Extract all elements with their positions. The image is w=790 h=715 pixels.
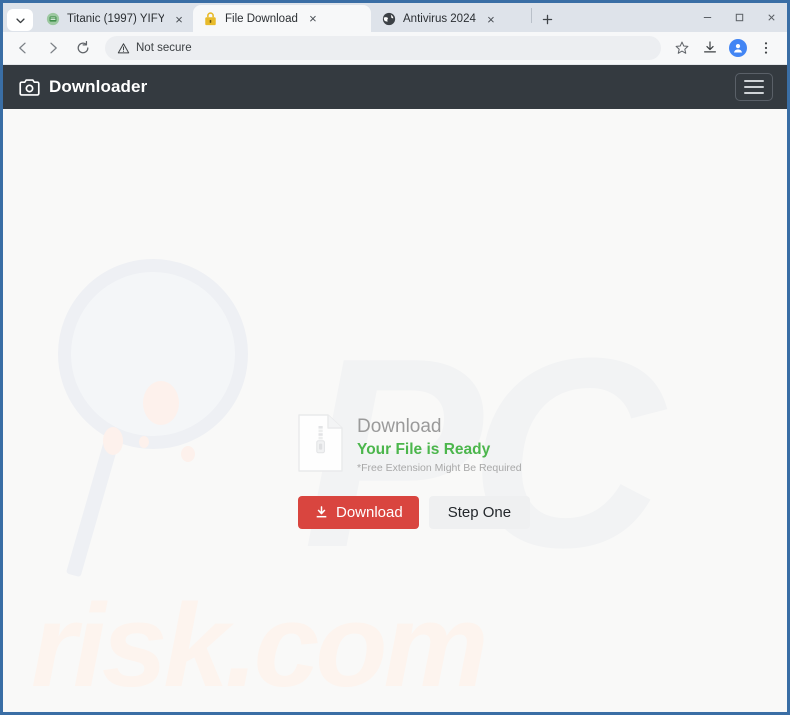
browser-menu-button[interactable] [753, 35, 779, 61]
arrow-left-icon [19, 42, 26, 54]
star-icon [675, 41, 689, 54]
new-tab-button[interactable] [534, 7, 560, 31]
tab-search-button[interactable] [7, 9, 33, 31]
magnifier-handle-watermark [65, 428, 122, 578]
tab-close-button[interactable]: × [171, 11, 187, 27]
magnifier-dot [139, 436, 149, 448]
tab-title: Titanic (1997) YIFY - Download [67, 13, 164, 25]
download-actions: Download Step One [298, 495, 558, 529]
site-brand-text: Downloader [49, 77, 148, 96]
extension-required-note: *Free Extension Might Be Required [357, 462, 522, 475]
site-header: Downloader [3, 65, 787, 109]
window-minimize-button[interactable] [691, 3, 723, 32]
tab-title: Antivirus 2024 [403, 13, 476, 25]
download-tray-icon [316, 505, 327, 518]
hamburger-line [744, 80, 764, 82]
tab-close-button[interactable]: × [483, 11, 499, 27]
downloads-button[interactable] [697, 35, 723, 61]
tab-strip: Titanic (1997) YIFY - Download × File Do… [3, 3, 787, 32]
maximize-icon [735, 13, 743, 22]
download-card-texts: Download Your File is Ready *Free Extens… [357, 414, 522, 476]
download-card: Download Your File is Ready *Free Extens… [298, 414, 558, 529]
arrow-right-icon [50, 42, 57, 54]
profile-button[interactable] [725, 35, 751, 61]
back-button[interactable] [9, 34, 37, 62]
bookmark-button[interactable] [669, 35, 695, 61]
browser-tab-titanic[interactable]: Titanic (1997) YIFY - Download × [35, 6, 193, 32]
page-content: Downloader PC risk.com Download Your Fil… [3, 65, 787, 711]
hamburger-menu-icon[interactable] [735, 73, 773, 101]
reload-icon [77, 40, 89, 54]
window-close-button[interactable] [755, 3, 787, 32]
background-watermarks: PC risk.com [3, 109, 787, 711]
tab-close-button[interactable]: × [305, 11, 321, 27]
yts-green-icon [45, 12, 60, 27]
step-one-button[interactable]: Step One [428, 495, 531, 529]
domain-watermark: risk.com [31, 580, 488, 711]
warning-triangle-icon [117, 42, 130, 53]
globe-dark-icon [381, 12, 396, 27]
magnifier-dot [103, 427, 123, 455]
tab-title: File Download [225, 12, 298, 25]
download-button[interactable]: Download [298, 495, 419, 529]
magnifier-dot [181, 446, 195, 462]
download-button-label: Download [336, 503, 403, 521]
forward-button[interactable] [39, 34, 67, 62]
hamburger-line [744, 92, 764, 94]
browser-tab-antivirus[interactable]: Antivirus 2024 × [371, 6, 529, 32]
page-main: PC risk.com Download Your File is Ready … [3, 109, 787, 711]
download-card-row: Download Your File is Ready *Free Extens… [298, 414, 558, 476]
magnifying-glass-watermark [58, 259, 248, 449]
magnifier-dot [143, 381, 179, 425]
minimize-icon [703, 16, 711, 19]
window-controls [691, 3, 787, 32]
close-icon [767, 14, 775, 21]
plus-icon [542, 14, 552, 24]
zip-file-icon [298, 414, 343, 472]
three-dots-vertical-icon [764, 42, 768, 54]
step-one-button-label: Step One [447, 503, 512, 521]
download-heading: Download [357, 416, 442, 437]
browser-tab-file-download[interactable]: File Download × [193, 5, 371, 32]
hamburger-line [744, 86, 764, 88]
chevron-down-icon [15, 17, 25, 23]
browser-toolbar: Not secure [3, 32, 787, 65]
security-status-label: Not secure [136, 42, 192, 54]
padlock-yellow-icon [203, 11, 218, 26]
file-ready-status: Your File is Ready [357, 440, 491, 458]
browser-window: Titanic (1997) YIFY - Download × File Do… [0, 0, 790, 715]
address-bar[interactable]: Not secure [105, 36, 661, 60]
reload-button[interactable] [69, 34, 97, 62]
site-brand[interactable]: Downloader [19, 77, 147, 97]
download-tray-icon [704, 41, 716, 53]
camera-icon [19, 78, 40, 96]
window-maximize-button[interactable] [723, 3, 755, 32]
tab-divider [531, 8, 532, 23]
person-avatar-icon [729, 39, 747, 57]
